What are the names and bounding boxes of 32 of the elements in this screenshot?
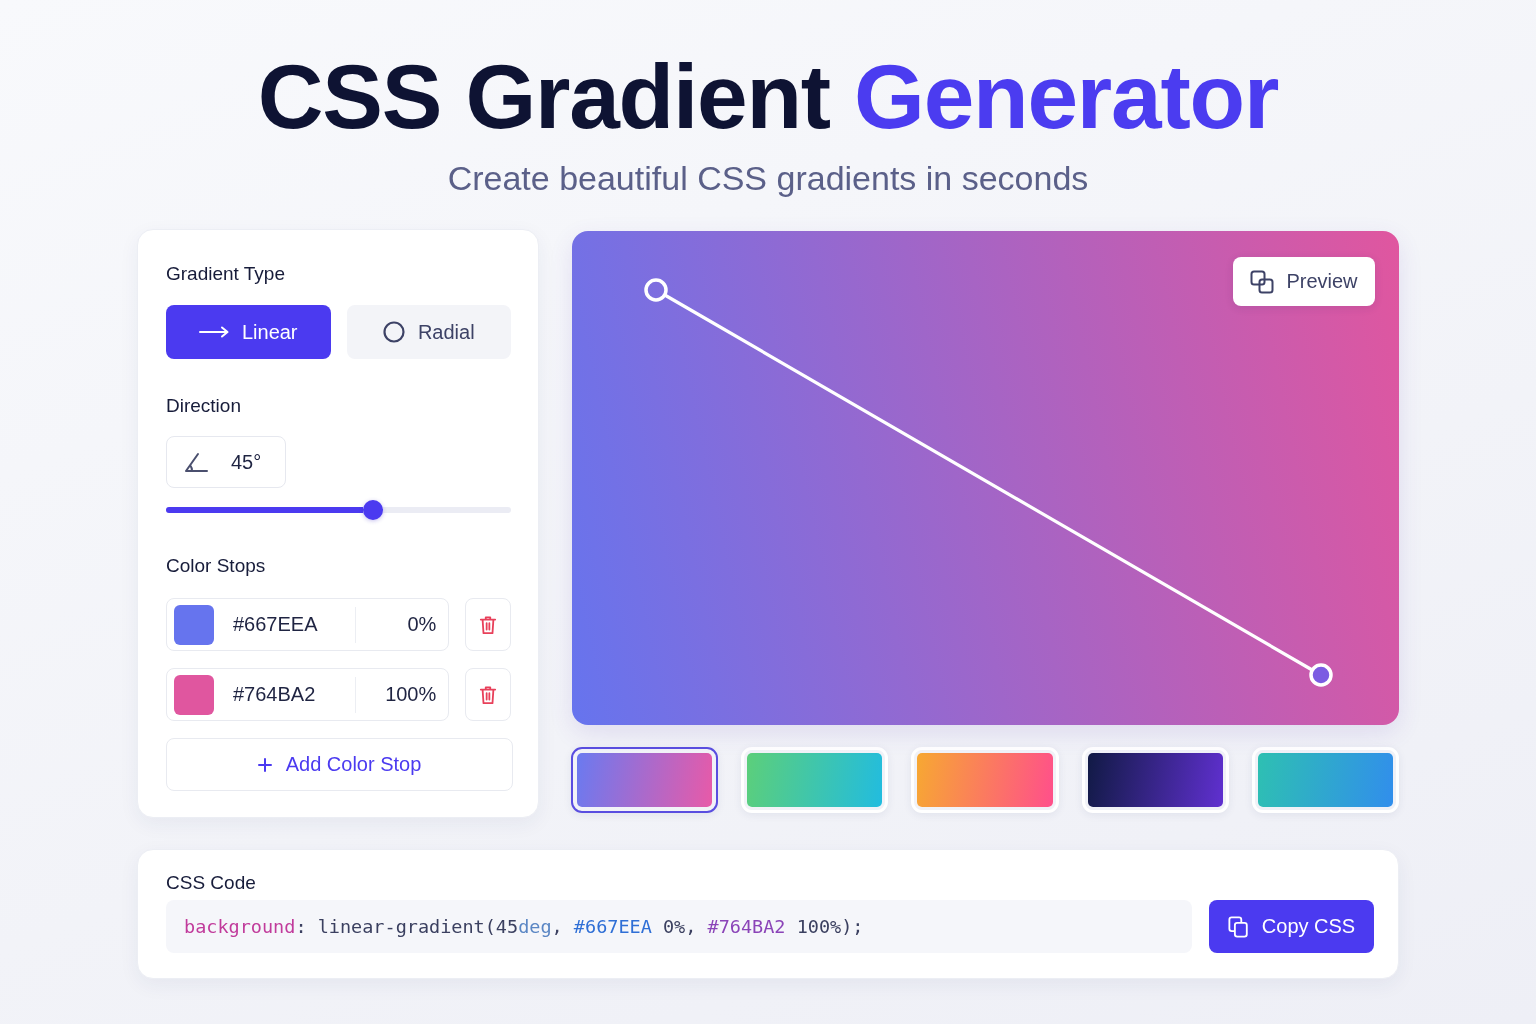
copy-icon xyxy=(1227,915,1250,938)
start-handle[interactable] xyxy=(644,278,668,302)
trash-icon xyxy=(479,614,498,635)
section-label: CSS Code xyxy=(166,872,257,894)
copy-css-button[interactable]: Copy CSS xyxy=(1209,900,1374,953)
end-handle[interactable] xyxy=(1309,663,1333,687)
color-swatch[interactable] xyxy=(174,674,214,715)
plus-icon xyxy=(257,757,272,772)
gradient-type-tab[interactable]: Radial xyxy=(346,305,511,359)
color-swatch[interactable] xyxy=(174,604,214,645)
slider-thumb[interactable] xyxy=(363,500,383,520)
section-label: Direction xyxy=(166,395,242,417)
add-color-stop-button[interactable]: Add Color Stop xyxy=(166,738,513,791)
arrow-right-icon xyxy=(198,326,229,338)
stop-position[interactable]: 0% xyxy=(356,613,449,636)
hex-value[interactable]: #667EEA xyxy=(233,613,355,636)
page-subtitle: Create beautiful CSS gradients in seconds xyxy=(446,158,1090,198)
circle-icon xyxy=(382,321,405,343)
delete-button[interactable] xyxy=(465,668,511,721)
trash-icon xyxy=(479,684,498,705)
overlapping-squares-icon xyxy=(1250,269,1275,294)
preview-label: Preview xyxy=(1286,270,1358,293)
gradient-type-tab[interactable]: Linear xyxy=(166,305,331,359)
angle-field[interactable]: 45° xyxy=(166,436,286,488)
delete-button[interactable] xyxy=(465,598,511,651)
section-label: Gradient Type xyxy=(166,263,286,285)
page-title: CSS Gradient Generator xyxy=(256,50,1280,144)
hex-value[interactable]: #764BA2 xyxy=(233,683,355,706)
css-code-text: background: linear-gradient(45deg, #667EEA 0%, #764BA2 100%); xyxy=(184,916,864,937)
angle-icon xyxy=(184,451,208,473)
section-label: Color Stops xyxy=(166,555,267,577)
stop-position[interactable]: 100% xyxy=(356,683,449,706)
